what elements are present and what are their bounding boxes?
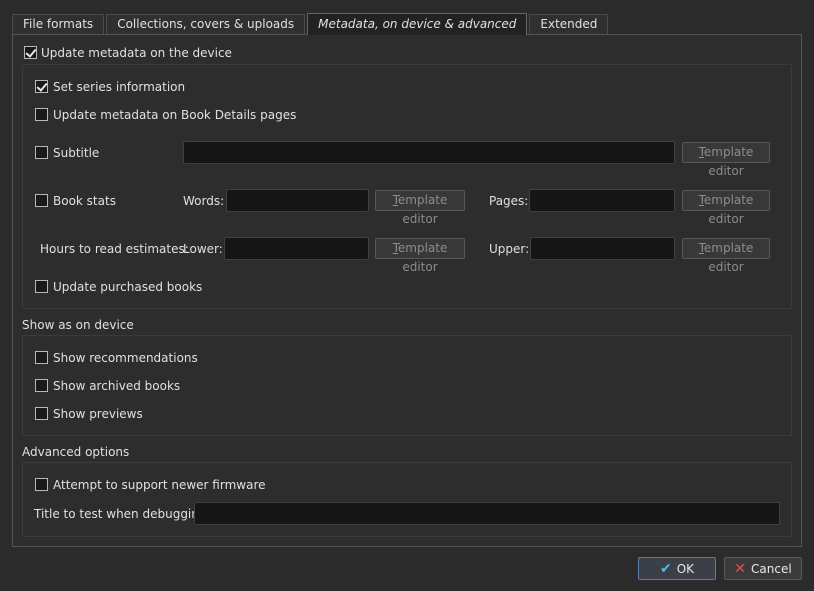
update-metadata-checkbox[interactable]	[24, 46, 37, 59]
ok-button-label: OK	[676, 561, 695, 576]
lower-template-editor-button[interactable]: Template editor	[375, 238, 465, 274]
tab-extended[interactable]: Extended	[529, 14, 609, 35]
newer-firmware-label: Attempt to support newer firmware	[53, 478, 266, 492]
words-template-editor-button[interactable]: Template editor	[375, 190, 465, 226]
recommendations-label: Show recommendations	[53, 351, 198, 365]
show-on-device-heading: Show as on device	[22, 318, 134, 332]
archived-books-checkbox[interactable]	[35, 379, 48, 392]
subtitle-template-editor-button[interactable]: Template editor	[682, 142, 770, 178]
dialog: File formats Collections, covers & uploa…	[0, 0, 814, 591]
pages-label: Pages:	[489, 194, 529, 208]
previews-checkbox[interactable]	[35, 407, 48, 420]
lower-label: Lower:	[183, 242, 223, 256]
previews-label: Show previews	[53, 407, 143, 421]
book-stats-label: Book stats	[53, 194, 116, 208]
book-details-label: Update metadata on Book Details pages	[53, 108, 297, 122]
purchased-books-checkbox[interactable]	[35, 280, 48, 293]
update-metadata-label: Update metadata on the device	[41, 46, 232, 60]
purchased-books-label: Update purchased books	[53, 280, 203, 294]
words-label: Words:	[183, 194, 225, 208]
words-input[interactable]	[226, 189, 369, 212]
ok-button[interactable]: ✔ OK	[638, 557, 716, 580]
book-stats-checkbox[interactable]	[35, 194, 48, 207]
checkmark-icon: ✔	[659, 560, 672, 577]
recommendations-checkbox[interactable]	[35, 351, 48, 364]
cancel-button[interactable]: ✕ Cancel	[724, 557, 802, 580]
tab-file-formats[interactable]: File formats	[12, 14, 105, 35]
hours-to-read-label: Hours to read estimates:	[40, 242, 189, 256]
series-info-checkbox[interactable]	[35, 80, 48, 93]
subtitle-label: Subtitle	[53, 146, 100, 160]
subtitle-checkbox[interactable]	[35, 146, 48, 159]
lower-input[interactable]	[224, 237, 369, 260]
subtitle-template-input[interactable]	[183, 141, 675, 164]
upper-input[interactable]	[530, 237, 675, 260]
tab-metadata-device-advanced[interactable]: Metadata, on device & advanced	[307, 13, 528, 35]
debug-title-label: Title to test when debugging:	[34, 507, 211, 521]
upper-label: Upper:	[489, 242, 530, 256]
debug-title-input[interactable]	[194, 502, 780, 525]
upper-template-editor-button[interactable]: Template editor	[682, 238, 770, 274]
series-info-label: Set series information	[53, 80, 186, 94]
tab-collections-covers-uploads[interactable]: Collections, covers & uploads	[106, 14, 306, 35]
book-details-checkbox[interactable]	[35, 108, 48, 121]
pages-template-editor-button[interactable]: Template editor	[682, 190, 770, 226]
cancel-button-label: Cancel	[751, 561, 792, 576]
cross-icon: ✕	[734, 560, 747, 577]
pages-input[interactable]	[529, 189, 675, 212]
advanced-options-heading: Advanced options	[22, 445, 130, 459]
newer-firmware-checkbox[interactable]	[35, 478, 48, 491]
archived-books-label: Show archived books	[53, 379, 181, 393]
advanced-options-group	[22, 462, 792, 537]
tab-bar: File formats Collections, covers & uploa…	[12, 13, 610, 35]
